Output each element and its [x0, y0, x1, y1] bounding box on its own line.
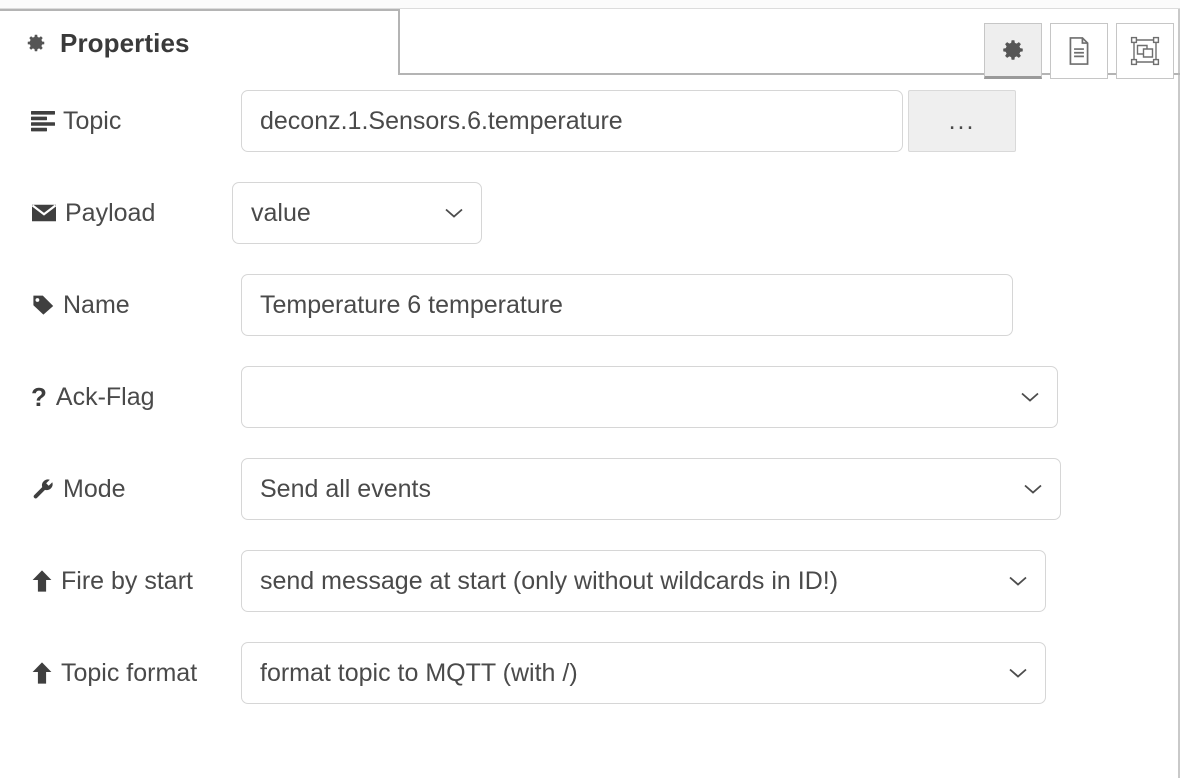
payload-select[interactable]: value — [232, 182, 482, 244]
view-toolbar — [984, 23, 1174, 79]
mode-select[interactable]: Send all events — [241, 458, 1061, 520]
properties-form: Topic deconz.1.Sensors.6.temperature ...… — [0, 75, 1180, 719]
payload-label-cell: Payload — [0, 198, 232, 227]
gear-icon — [1000, 37, 1026, 63]
topic-input-value: deconz.1.Sensors.6.temperature — [260, 106, 623, 135]
topic-input[interactable]: deconz.1.Sensors.6.temperature — [241, 90, 903, 152]
topic-format-select[interactable]: format topic to MQTT (with /) — [241, 642, 1046, 704]
field-row-topic-format: Topic format format topic to MQTT (with … — [0, 627, 1180, 719]
fire-by-start-label-cell: Fire by start — [0, 566, 241, 595]
list-icon — [31, 110, 55, 132]
field-row-name: Name Temperature 6 temperature — [0, 259, 1180, 351]
name-input-value: Temperature 6 temperature — [260, 290, 563, 319]
ack-flag-label: Ack-Flag — [55, 382, 155, 411]
field-row-payload: Payload value — [0, 167, 1180, 259]
name-field-cell: Temperature 6 temperature — [241, 274, 1013, 336]
name-input[interactable]: Temperature 6 temperature — [241, 274, 1013, 336]
ack-flag-label-cell: ? Ack-Flag — [0, 384, 241, 410]
chevron-down-icon — [1024, 484, 1042, 494]
mode-select-value: Send all events — [260, 474, 431, 503]
window-top-strip — [0, 0, 1180, 9]
topic-label-cell: Topic — [0, 106, 241, 135]
tab-bar: Properties — [0, 9, 1180, 79]
fire-by-start-field-cell: send message at start (only without wild… — [241, 550, 1046, 612]
topic-field-cell: deconz.1.Sensors.6.temperature ... — [241, 90, 1016, 152]
mode-label: Mode — [63, 474, 126, 503]
name-label-cell: Name — [0, 290, 241, 319]
fire-by-start-select-value: send message at start (only without wild… — [260, 566, 839, 595]
envelope-icon — [31, 203, 57, 223]
payload-label: Payload — [65, 198, 156, 227]
topic-browse-button[interactable]: ... — [908, 90, 1016, 152]
chevron-down-icon — [1009, 668, 1027, 678]
document-icon — [1065, 36, 1093, 66]
arrow-up-icon — [31, 569, 53, 593]
ack-flag-field-cell — [241, 366, 1058, 428]
chevron-down-icon — [445, 208, 463, 218]
ack-flag-select[interactable] — [241, 366, 1058, 428]
name-label: Name — [63, 290, 130, 319]
object-select-icon — [1130, 36, 1160, 66]
fire-by-start-label: Fire by start — [61, 566, 193, 595]
field-row-fire-by-start: Fire by start send message at start (onl… — [0, 535, 1180, 627]
topic-format-label-cell: Topic format — [0, 658, 241, 687]
wrench-icon — [31, 477, 55, 501]
mode-label-cell: Mode — [0, 474, 241, 503]
topic-format-label: Topic format — [61, 658, 198, 687]
payload-select-value: value — [251, 198, 311, 227]
document-view-button[interactable] — [1050, 23, 1108, 79]
tab-properties-label: Properties — [60, 27, 190, 58]
arrow-up-icon — [31, 661, 53, 685]
fire-by-start-select[interactable]: send message at start (only without wild… — [241, 550, 1046, 612]
chevron-down-icon — [1021, 392, 1039, 402]
field-row-topic: Topic deconz.1.Sensors.6.temperature ... — [0, 75, 1180, 167]
topic-label: Topic — [63, 106, 122, 135]
mode-field-cell: Send all events — [241, 458, 1061, 520]
gear-icon — [25, 32, 47, 54]
chevron-down-icon — [1009, 576, 1027, 586]
field-row-ack-flag: ? Ack-Flag — [0, 351, 1180, 443]
properties-panel: Properties Topic deconz.1.Sensors.6.temp… — [0, 0, 1180, 778]
payload-field-cell: value — [232, 182, 482, 244]
question-mark-icon: ? — [31, 382, 47, 412]
field-row-mode: Mode Send all events — [0, 443, 1180, 535]
topic-format-field-cell: format topic to MQTT (with /) — [241, 642, 1046, 704]
tag-icon — [31, 294, 55, 316]
properties-view-button[interactable] — [984, 23, 1042, 79]
tab-properties[interactable]: Properties — [0, 9, 400, 75]
object-view-button[interactable] — [1116, 23, 1174, 79]
topic-format-select-value: format topic to MQTT (with /) — [260, 658, 578, 687]
